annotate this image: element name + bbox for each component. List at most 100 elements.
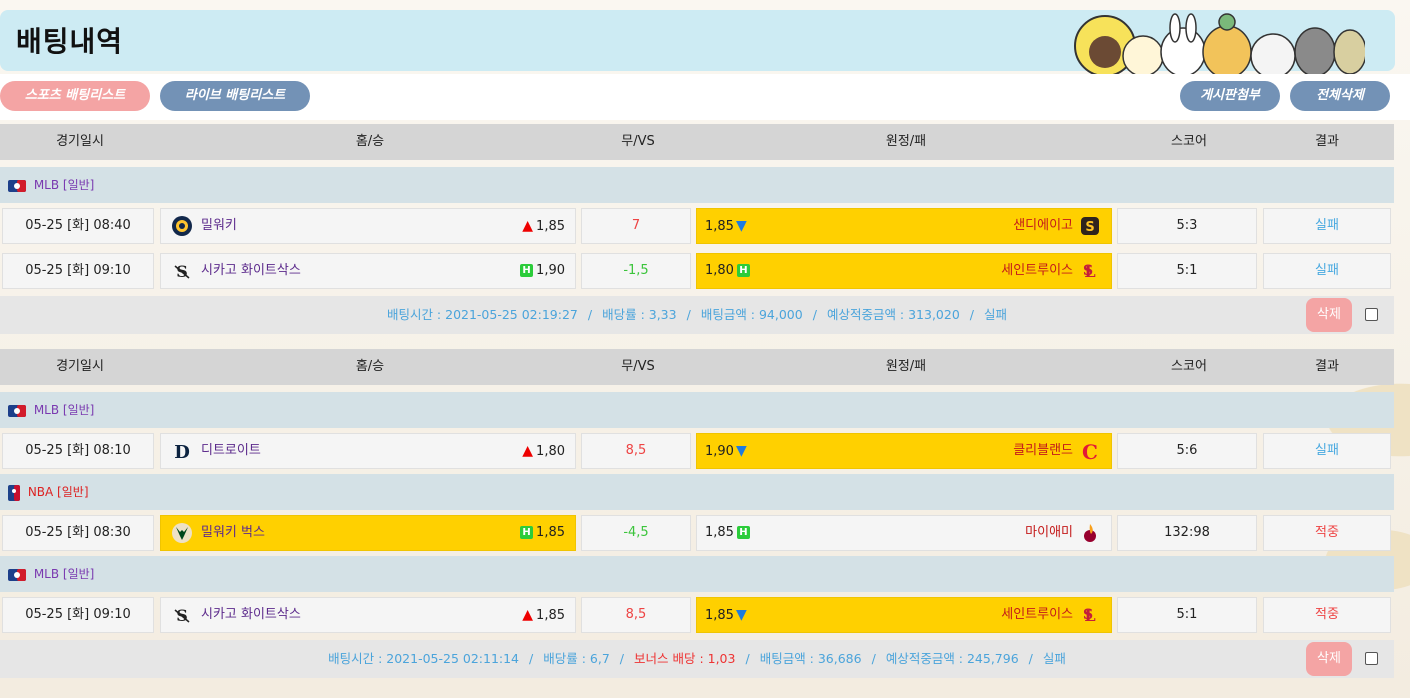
col-date: 경기일시 xyxy=(56,359,104,374)
score: 5:6 xyxy=(1117,433,1257,469)
mlb-icon xyxy=(8,404,26,417)
league-name: MLB [일반] xyxy=(33,403,95,417)
result: 실패 xyxy=(1263,433,1391,469)
league-row: MLB [일반] xyxy=(0,392,1394,428)
padres-logo-icon: S xyxy=(1081,217,1099,235)
live-bet-list-button[interactable]: 라이브 배팅리스트 xyxy=(160,81,310,111)
home-team-cell[interactable]: D 디트로이트 ▲ 1,80 xyxy=(160,433,576,469)
away-odds: 1,80 xyxy=(705,263,734,278)
arrow-up-icon: ▲ xyxy=(522,607,534,623)
tigers-logo-icon: D xyxy=(174,442,190,462)
svg-text:S: S xyxy=(1083,607,1093,623)
bonus-rate: 보너스 배당 : 1,03 xyxy=(634,651,736,666)
away-team-cell[interactable]: 1,85 ▼ 샌디에이고 S xyxy=(696,208,1112,244)
col-result: 결과 xyxy=(1315,359,1339,374)
result: 적중 xyxy=(1263,597,1391,633)
league-name: MLB [일반] xyxy=(33,178,95,192)
delete-all-button[interactable]: 전체삭제 xyxy=(1290,81,1390,111)
expected-amount: 예상적중금액 : 313,020 xyxy=(826,307,960,322)
nba-icon xyxy=(8,484,20,501)
bet-status: 실패 xyxy=(1042,651,1066,666)
bet-amount: 배팅금액 : 36,686 xyxy=(759,651,862,666)
delete-button[interactable]: 삭제 xyxy=(1306,642,1352,676)
heat-logo-icon xyxy=(1084,524,1096,542)
col-home: 홈/승 xyxy=(355,134,385,149)
mlb-icon xyxy=(8,179,26,192)
handicap-icon: H xyxy=(520,526,534,539)
col-home: 홈/승 xyxy=(355,359,385,374)
col-score: 스코어 xyxy=(1171,359,1207,374)
arrow-up-icon: ▲ xyxy=(522,218,534,234)
brewers-logo-icon xyxy=(172,216,192,236)
cardinals-logo-icon: LS xyxy=(1083,606,1096,625)
delete-button[interactable]: 삭제 xyxy=(1306,298,1352,332)
svg-text:D: D xyxy=(174,442,190,462)
svg-text:C: C xyxy=(1082,440,1098,462)
col-away: 원정/패 xyxy=(885,359,927,374)
bet-rate: 배당률 : 6,7 xyxy=(543,651,610,666)
handicap-icon: H xyxy=(736,264,750,277)
result: 적중 xyxy=(1263,515,1391,551)
match-date: 05-25 [화] 08:10 xyxy=(2,433,154,469)
home-odds: 1,85 xyxy=(536,219,565,234)
select-checkbox[interactable] xyxy=(1365,308,1378,321)
bet-time: 배팅시간 : 2021-05-25 02:19:27 xyxy=(386,307,578,322)
home-odds: 1,80 xyxy=(536,444,565,459)
league-row: MLB [일반] xyxy=(0,556,1394,592)
guardians-logo-icon: C xyxy=(1082,440,1098,462)
score: 5:3 xyxy=(1117,208,1257,244)
white-sox-logo-icon: S xyxy=(174,262,190,281)
mascot-characters-illustration xyxy=(1074,13,1365,79)
mlb-icon xyxy=(8,568,26,581)
home-team-cell[interactable]: S 시카고 화이트삭스 H1,90 xyxy=(160,253,576,289)
sports-bet-list-button[interactable]: 스포츠 배팅리스트 xyxy=(0,81,150,111)
svg-text:S: S xyxy=(1085,220,1094,235)
page-header: 배팅내역 xyxy=(0,10,1395,79)
bet-rate: 배당률 : 3,33 xyxy=(602,307,677,322)
expected-amount: 예상적중금액 : 245,796 xyxy=(885,651,1019,666)
home-team-name: 시카고 화이트삭스 xyxy=(201,607,301,622)
bet-amount: 배팅금액 : 94,000 xyxy=(700,307,803,322)
away-odds: 1,90 xyxy=(705,444,734,459)
arrow-up-icon: ▲ xyxy=(522,443,534,459)
away-team-cell[interactable]: 1,85 H 마이애미 xyxy=(696,515,1112,551)
toolbar: 스포츠 배팅리스트 라이브 배팅리스트 게시판첨부 전체삭제 xyxy=(0,74,1410,120)
home-team-cell[interactable]: 밀워키 ▲ 1,85 xyxy=(160,208,576,244)
away-team-cell[interactable]: 1,85 ▼ 세인트루이스 LS xyxy=(696,597,1112,633)
vs-cell[interactable]: 8,5 xyxy=(581,597,691,633)
match-date: 05-25 [화] 08:30 xyxy=(2,515,154,551)
match-date: 05-25 [화] 09:10 xyxy=(2,253,154,289)
home-team-name: 디트로이트 xyxy=(201,443,261,458)
home-team-cell[interactable]: 밀워키 벅스 H 1,85 xyxy=(160,515,576,551)
vs-cell[interactable]: 8,5 xyxy=(581,433,691,469)
bet-summary: 배팅시간 : 2021-05-25 02:11:14/배당률 : 6,7/보너스… xyxy=(0,640,1394,678)
vs-cell[interactable]: 7 xyxy=(581,208,691,244)
league-name: MLB [일반] xyxy=(33,567,95,581)
bet-time: 배팅시간 : 2021-05-25 02:11:14 xyxy=(328,651,520,666)
match-date: 05-25 [화] 08:40 xyxy=(2,208,154,244)
score: 5:1 xyxy=(1117,253,1257,289)
home-team-cell[interactable]: S 시카고 화이트삭스 ▲1,85 xyxy=(160,597,576,633)
away-odds: 1,85 xyxy=(705,219,734,234)
away-team-cell[interactable]: 1,90 ▼ 클리블랜드 C xyxy=(696,433,1112,469)
away-team-cell[interactable]: 1,80 H 세인트루이스 LS xyxy=(696,253,1112,289)
arrow-down-icon: ▼ xyxy=(735,218,747,234)
col-vs: 무/VS xyxy=(621,359,655,374)
vs-cell[interactable]: -4,5 xyxy=(581,515,691,551)
vs-cell[interactable]: -1,5 xyxy=(581,253,691,289)
select-checkbox[interactable] xyxy=(1365,652,1378,665)
bet-status: 실패 xyxy=(984,307,1008,322)
away-team-name: 클리블랜드 xyxy=(1013,443,1073,458)
score: 5:1 xyxy=(1117,597,1257,633)
handicap-icon: H xyxy=(736,526,750,539)
away-odds: 1,85 xyxy=(705,525,734,540)
board-attach-button[interactable]: 게시판첨부 xyxy=(1180,81,1280,111)
result: 실패 xyxy=(1263,208,1391,244)
table-row: 05-25 [화] 08:30 밀워키 벅스 H 1,85 -4,5 1,85 H … xyxy=(0,515,1394,555)
bet-summary: 배팅시간 : 2021-05-25 02:19:27/배당률 : 3,33/배팅… xyxy=(0,296,1394,334)
away-team-name: 샌디에이고 xyxy=(1013,218,1073,233)
match-date: 05-25 [화] 09:10 xyxy=(2,597,154,633)
league-row: NBA [일반] xyxy=(0,474,1394,510)
table-header: 경기일시 홈/승 무/VS 원정/패 스코어 결과 xyxy=(0,124,1394,160)
home-odds: 1,85 xyxy=(536,608,565,623)
